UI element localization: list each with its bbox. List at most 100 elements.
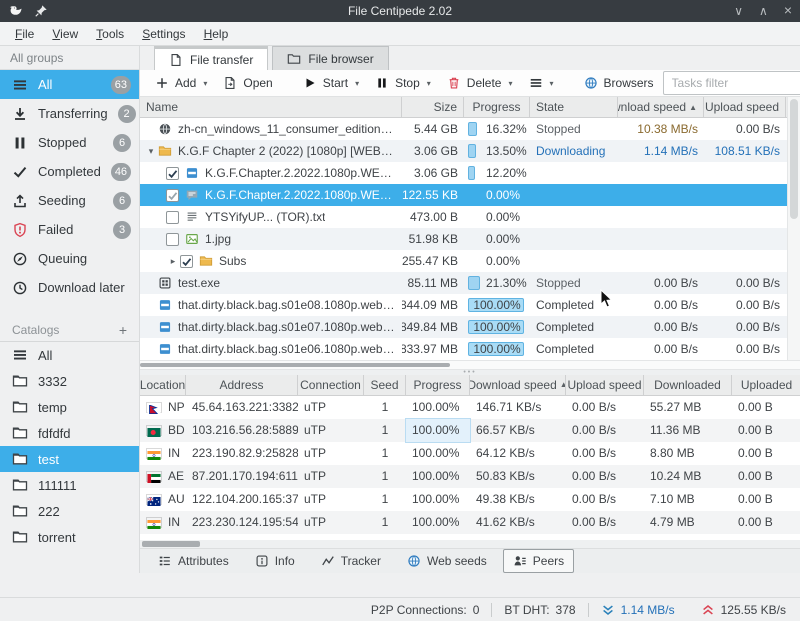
more-menu-button[interactable]: ▾: [522, 72, 561, 94]
transfer-row[interactable]: that.dirty.black.bag.s01e06.1080p.web.h2…: [140, 338, 787, 360]
peer-upload-speed-cell: 0.00 B/s: [566, 419, 644, 442]
sidebar-item-all[interactable]: All63: [0, 70, 139, 99]
transfer-row[interactable]: YTSYifyUP... (TOR).txt473.00 B0.00%: [140, 206, 787, 228]
peer-row[interactable]: BD103.216.56.28:58896uTP1100.00%66.57 KB…: [140, 419, 800, 442]
transfer-row[interactable]: that.dirty.black.bag.s01e08.1080p.web.h2…: [140, 294, 787, 316]
transfer-row[interactable]: test.exe85.11 MB21.30%Stopped0.00 B/s0.0…: [140, 272, 787, 294]
pin-icon[interactable]: [34, 4, 48, 18]
column-header-name[interactable]: Name: [140, 97, 402, 117]
tree-expander-icon[interactable]: ▸: [166, 256, 180, 267]
catalog-item-temp[interactable]: temp: [0, 394, 139, 420]
tree-expander-icon[interactable]: ▾: [144, 146, 158, 157]
peers-column-header-connection[interactable]: Connection: [298, 375, 364, 395]
upload-speed-cell: 0.00 B/s: [704, 294, 786, 316]
browsers-button[interactable]: Browsers: [577, 72, 661, 94]
transfer-row[interactable]: ▸Subs255.47 KB0.00%: [140, 250, 787, 272]
flag-icon-au: [146, 494, 162, 505]
open-button[interactable]: Open: [216, 72, 279, 94]
minimize-button[interactable]: ∨: [734, 4, 743, 18]
tab-file-browser[interactable]: File browser: [272, 46, 388, 70]
column-header-state[interactable]: State: [530, 97, 618, 117]
detail-tabbar: AttributesInfoTrackerWeb seedsPeers: [140, 548, 800, 573]
column-header-upload-speed[interactable]: Upload speed: [704, 97, 786, 117]
sidebar-item-stopped[interactable]: Stopped6: [0, 128, 139, 157]
peers-column-header-downloaded[interactable]: Downloaded: [644, 375, 732, 395]
transfer-row[interactable]: K.G.F.Chapter.2.2022.1080p.WEBRip.x⋯122.…: [140, 184, 787, 206]
delete-button[interactable]: Delete▾: [440, 72, 520, 94]
peer-row[interactable]: NP45.64.163.221:33822uTP1100.00%146.71 K…: [140, 396, 800, 419]
menu-settings[interactable]: Settings: [133, 24, 194, 44]
peers-column-header-download-speed[interactable]: Download speed▲: [470, 375, 566, 395]
tasks-filter-input[interactable]: [664, 76, 800, 90]
menu-tools[interactable]: Tools: [87, 24, 133, 44]
row-checkbox[interactable]: [166, 189, 179, 202]
sidebar-item-transferring[interactable]: Transferring2: [0, 99, 139, 128]
peer-row[interactable]: IN223.230.124.195:54348uTP1100.00%41.62 …: [140, 511, 800, 534]
peers-column-header-address[interactable]: Address: [186, 375, 298, 395]
size-cell: 255.47 KB: [402, 250, 464, 272]
detail-tab-web-seeds[interactable]: Web seeds: [397, 549, 497, 573]
row-checkbox[interactable]: [166, 167, 179, 180]
sidebar-item-completed[interactable]: Completed46: [0, 157, 139, 186]
row-checkbox[interactable]: [166, 233, 179, 246]
start-button[interactable]: Start▾: [296, 72, 366, 94]
catalog-item-fdfdfd[interactable]: fdfdfd: [0, 420, 139, 446]
transfer-row[interactable]: K.G.F.Chapter.2.2022.1080p.WEBRip.x⋯3.06…: [140, 162, 787, 184]
catalog-item-222[interactable]: 222: [0, 498, 139, 524]
catalog-item-all[interactable]: All: [0, 342, 139, 368]
sidebar-item-download-later[interactable]: Download later: [0, 273, 139, 302]
detail-tab-attributes[interactable]: Attributes: [148, 549, 239, 573]
menu-view[interactable]: View: [43, 24, 87, 44]
detail-tab-tracker[interactable]: Tracker: [311, 549, 391, 573]
catalog-item-test[interactable]: test: [0, 446, 139, 472]
row-checkbox[interactable]: [180, 255, 193, 268]
peer-row[interactable]: AE87.201.170.194:61186uTP1100.00%50.83 K…: [140, 465, 800, 488]
stop-button[interactable]: Stop▾: [368, 72, 438, 94]
catalog-item-3332[interactable]: 3332: [0, 368, 139, 394]
detail-tab-info[interactable]: Info: [245, 549, 305, 573]
toolbar-button-label: Stop: [395, 76, 420, 90]
peers-column-header-seed[interactable]: Seed: [364, 375, 406, 395]
peers-hscrollbar[interactable]: [140, 540, 800, 548]
groups-selector[interactable]: All groups: [0, 46, 139, 70]
progress-cell: 13.50%: [464, 140, 530, 162]
column-header-size[interactable]: Size: [402, 97, 464, 117]
peer-address-cell: 223.190.82.9:25828: [186, 442, 298, 465]
column-header-download-speed[interactable]: Download speed▲: [618, 97, 704, 117]
peer-row[interactable]: AU122.104.200.165:37738uTP1100.00%49.38 …: [140, 488, 800, 511]
menubar: FileViewToolsSettingsHelp: [0, 22, 800, 46]
menu-file[interactable]: File: [6, 24, 43, 44]
vertical-scrollbar[interactable]: [787, 97, 800, 360]
column-header-progress[interactable]: Progress: [464, 97, 530, 117]
sidebar-item-failed[interactable]: Failed3: [0, 215, 139, 244]
catalog-item-torrent[interactable]: torrent: [0, 524, 139, 550]
catalog-item-111111[interactable]: 111111: [0, 472, 139, 498]
peers-column-header-upload-speed[interactable]: Upload speed: [566, 375, 644, 395]
peers-column-header-progress[interactable]: Progress: [406, 375, 470, 395]
add-button[interactable]: Add▾: [148, 72, 214, 94]
sidebar-item-seeding[interactable]: Seeding6: [0, 186, 139, 215]
transfer-row[interactable]: ▾K.G.F Chapter 2 (2022) [1080p] [WEBRip]…: [140, 140, 787, 162]
sidebar-item-queuing[interactable]: Queuing: [0, 244, 139, 273]
peers-column-header-uploaded[interactable]: Uploaded: [732, 375, 800, 395]
window-title: File Centipede 2.02: [188, 4, 612, 18]
transfer-row[interactable]: that.dirty.black.bag.s01e07.1080p.web.h2…: [140, 316, 787, 338]
progress-cell: 100.00%: [464, 294, 530, 316]
close-button[interactable]: ×: [784, 4, 792, 18]
maximize-button[interactable]: ∧: [759, 4, 768, 18]
detail-tab-peers[interactable]: Peers: [503, 549, 574, 573]
menu-help[interactable]: Help: [195, 24, 238, 44]
transfer-row[interactable]: 1.jpg51.98 KB0.00%: [140, 228, 787, 250]
file-icon: [169, 53, 183, 67]
peer-row[interactable]: IN223.190.82.9:25828uTP1100.00%64.12 KB/…: [140, 442, 800, 465]
peer-downloaded-cell: 4.79 MB: [644, 511, 732, 534]
add-catalog-button[interactable]: +: [119, 322, 127, 338]
transfer-row[interactable]: zh-cn_windows_11_consumer_editions_upd⋯5…: [140, 118, 787, 140]
transfers-hscrollbar[interactable]: [140, 360, 800, 370]
row-checkbox[interactable]: [166, 211, 179, 224]
peers-column-header-location[interactable]: Location: [140, 375, 186, 395]
tab-file-transfer[interactable]: File transfer: [154, 46, 268, 70]
tasks-filter-combobox[interactable]: ▾: [663, 71, 800, 95]
name-cell: ▸Subs: [140, 250, 402, 272]
folder-outline-icon: [12, 503, 28, 519]
